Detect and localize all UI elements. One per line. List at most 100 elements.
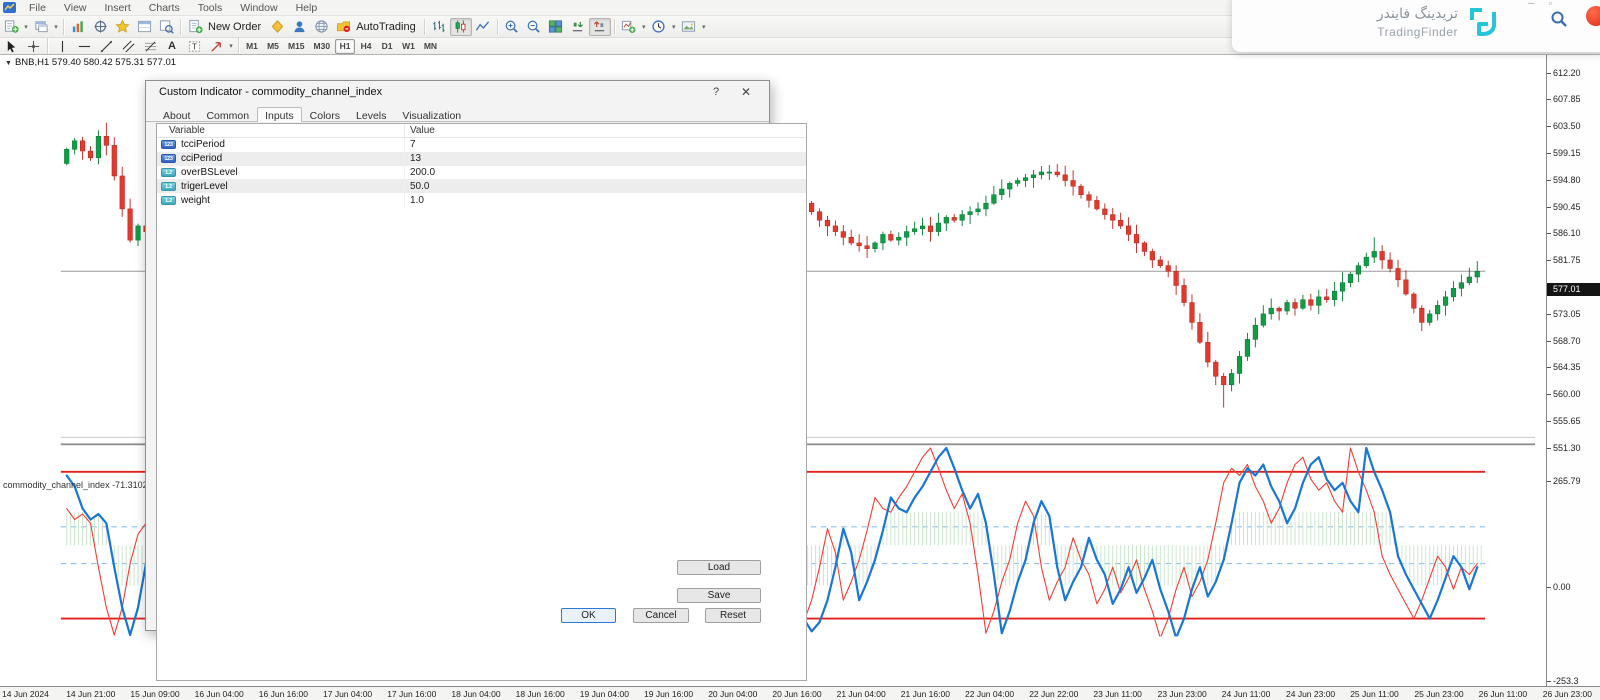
timeframe-d1[interactable]: D1	[377, 39, 397, 54]
price-axis[interactable]: 612.20607.85603.50599.15594.80590.45586.…	[1546, 55, 1600, 686]
chart-shift-button[interactable]	[589, 18, 611, 36]
new-chart-button[interactable]	[0, 18, 22, 36]
cursor-button[interactable]	[0, 37, 22, 55]
ok-button[interactable]: OK	[561, 608, 616, 623]
auto-scroll-button[interactable]	[567, 18, 589, 36]
trendline-button[interactable]	[95, 37, 117, 55]
arrows-caret[interactable]: ▾	[227, 42, 235, 50]
cancel-button[interactable]: Cancel	[633, 608, 689, 623]
timeframe-h4[interactable]: H4	[356, 39, 376, 54]
new-chart-caret[interactable]: ▾	[22, 23, 30, 31]
menu-view[interactable]: View	[55, 1, 96, 15]
text-tool-button[interactable]: A	[161, 37, 183, 55]
table-row-overBSLevel[interactable]: 1.2overBSLevel200.0	[157, 166, 806, 180]
candlestick-mode-button[interactable]	[450, 18, 472, 36]
table-row-trigerLevel[interactable]: 1.2trigerLevel50.0	[157, 179, 806, 193]
load-button[interactable]: Load	[677, 560, 761, 575]
value-cell[interactable]: 50.0	[405, 181, 806, 192]
metaeditor-button[interactable]	[266, 18, 288, 36]
web-globe-button[interactable]	[310, 18, 332, 36]
notification-badge-icon[interactable]	[1586, 6, 1600, 26]
column-variable: Variable	[157, 124, 405, 137]
price-axis-label: 568.70	[1553, 336, 1581, 346]
tab-inputs[interactable]: Inputs	[257, 107, 302, 122]
tile-windows-button[interactable]	[545, 18, 567, 36]
indicators-caret[interactable]: ▾	[640, 23, 648, 31]
new-order-label[interactable]: New Order	[206, 21, 266, 33]
dialog-title: Custom Indicator - commodity_channel_ind…	[159, 86, 701, 98]
templates-button[interactable]	[678, 18, 700, 36]
value-cell[interactable]: 200.0	[405, 167, 806, 178]
time-axis-label: 20 Jun 04:00	[708, 689, 757, 699]
table-row-tcciPeriod[interactable]: 123tcciPeriod7	[157, 138, 806, 152]
zoom-in-button[interactable]	[501, 18, 523, 36]
market-watch-button[interactable]	[67, 18, 89, 36]
menu-file[interactable]: File	[20, 1, 55, 15]
menu-window[interactable]: Window	[231, 1, 286, 15]
price-axis-label: 586.10	[1553, 228, 1581, 238]
tab-about[interactable]: About	[155, 107, 198, 122]
indicator-window-label[interactable]: commodity_channel_index -71.3102 -1	[3, 480, 158, 490]
channel-button[interactable]	[117, 37, 139, 55]
svg-text:T: T	[192, 42, 197, 51]
search-icon[interactable]	[1550, 10, 1568, 28]
table-row-weight[interactable]: 1.2weight1.0	[157, 193, 806, 207]
tab-visualization[interactable]: Visualization	[394, 107, 469, 122]
templates-caret[interactable]: ▾	[700, 23, 708, 31]
dialog-close-button[interactable]: ✕	[731, 85, 761, 99]
navigator-button[interactable]	[111, 18, 133, 36]
time-axis-label: 21 Jun 04:00	[837, 689, 886, 699]
tab-common[interactable]: Common	[198, 107, 257, 122]
table-row-cciPeriod[interactable]: 123cciPeriod13	[157, 152, 806, 166]
window-controls[interactable]: ─ ▫	[1528, 0, 1558, 8]
timeframe-m5[interactable]: M5	[263, 39, 283, 54]
terminal-button[interactable]	[133, 18, 155, 36]
menu-insert[interactable]: Insert	[96, 1, 140, 15]
save-button[interactable]: Save	[677, 588, 761, 603]
data-window-button[interactable]	[89, 18, 111, 36]
time-axis[interactable]: 14 Jun 202414 Jun 21:0015 Jun 09:0016 Ju…	[0, 686, 1600, 700]
tab-levels[interactable]: Levels	[348, 107, 394, 122]
autotrading-label[interactable]: AutoTrading	[354, 21, 421, 33]
dialog-titlebar[interactable]: Custom Indicator - commodity_channel_ind…	[146, 81, 769, 103]
arrows-tool-button[interactable]	[205, 37, 227, 55]
menu-help[interactable]: Help	[287, 1, 327, 15]
profiles-button[interactable]	[30, 18, 52, 36]
tab-colors[interactable]: Colors	[302, 107, 348, 122]
strategy-tester-button[interactable]	[155, 18, 177, 36]
dialog-help-button[interactable]: ?	[701, 86, 731, 98]
bar-chart-mode-button[interactable]	[428, 18, 450, 36]
timeframe-m30[interactable]: M30	[310, 39, 335, 54]
text-label-button[interactable]: T	[183, 37, 205, 55]
new-order-button[interactable]	[184, 18, 206, 36]
crosshair-button[interactable]	[22, 37, 44, 55]
timeframe-m1[interactable]: M1	[242, 39, 262, 54]
horizontal-line-button[interactable]	[73, 37, 95, 55]
value-cell[interactable]: 7	[405, 139, 806, 150]
value-cell[interactable]: 13	[405, 153, 806, 164]
vertical-line-button[interactable]	[51, 37, 73, 55]
time-axis-label: 17 Jun 04:00	[323, 689, 372, 699]
reset-button[interactable]: Reset	[705, 608, 761, 623]
variable-name: trigerLevel	[181, 181, 228, 192]
timeframe-m15[interactable]: M15	[284, 39, 309, 54]
indicators-list-button[interactable]	[618, 18, 640, 36]
mql5-community-button[interactable]	[288, 18, 310, 36]
timeframe-h1[interactable]: H1	[335, 39, 355, 54]
symbol-info[interactable]: ▼BNB,H1 579.40 580.42 575.31 577.01	[5, 57, 176, 68]
variable-cell: 123cciPeriod	[157, 152, 405, 166]
periods-clock-button[interactable]	[648, 18, 670, 36]
value-cell[interactable]: 1.0	[405, 195, 806, 206]
periods-caret[interactable]: ▾	[670, 23, 678, 31]
fibonacci-button[interactable]	[139, 37, 161, 55]
timeframe-w1[interactable]: W1	[398, 39, 419, 54]
line-chart-mode-button[interactable]	[472, 18, 494, 36]
menu-charts[interactable]: Charts	[140, 1, 189, 15]
time-axis-label: 16 Jun 16:00	[259, 689, 308, 699]
zoom-out-button[interactable]	[523, 18, 545, 36]
symbol-dropdown-icon[interactable]: ▼	[5, 60, 12, 67]
timeframe-mn[interactable]: MN	[420, 39, 441, 54]
profiles-caret[interactable]: ▾	[52, 23, 60, 31]
autotrading-icon[interactable]	[332, 18, 354, 36]
menu-tools[interactable]: Tools	[189, 1, 232, 15]
